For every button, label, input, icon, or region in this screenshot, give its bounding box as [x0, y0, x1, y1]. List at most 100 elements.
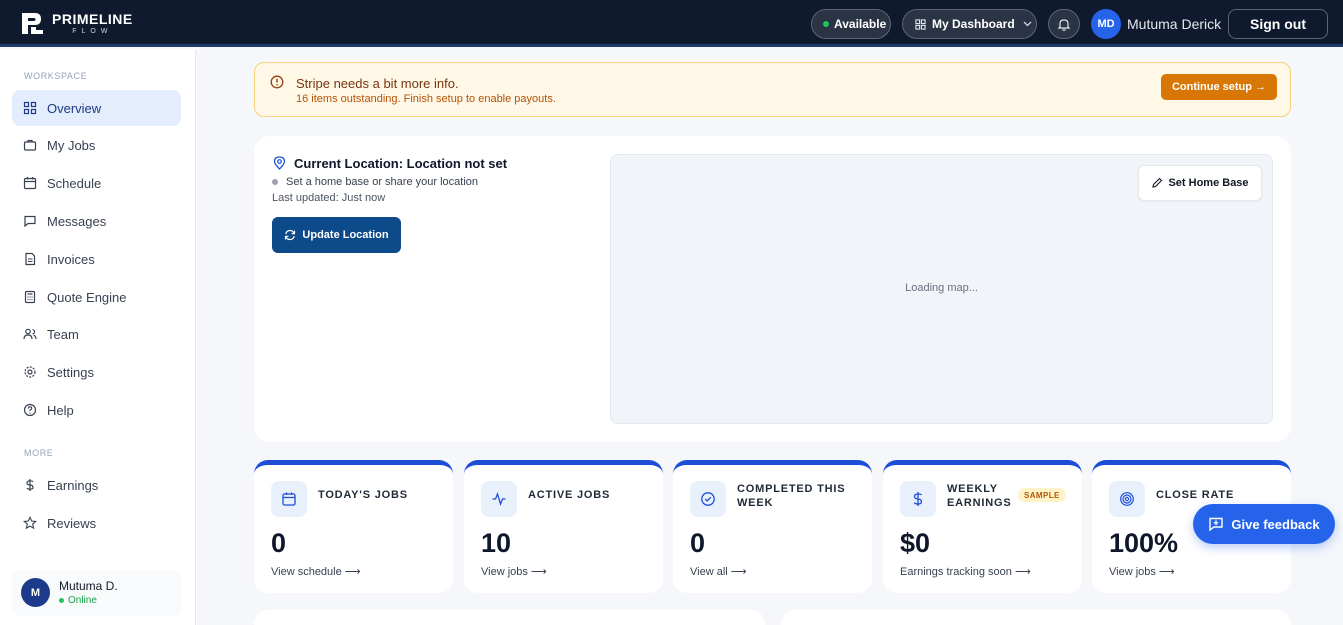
sidebar-item-quote-engine[interactable]: Quote Engine [12, 279, 181, 315]
sign-out-button[interactable]: Sign out [1228, 9, 1328, 39]
stat-label: TODAY'S JOBS [318, 489, 408, 501]
current-location-title: Current Location: Location not set [294, 156, 508, 171]
map-pin-icon [273, 156, 286, 170]
calendar-icon [271, 481, 307, 517]
availability-label: Available [834, 17, 887, 31]
stat-link[interactable]: View schedule ⟶ [271, 565, 361, 578]
sidebar-item-my-jobs[interactable]: My Jobs [12, 127, 181, 163]
help-icon [23, 403, 37, 417]
stat-card-active-jobs[interactable]: ACTIVE JOBS 10 View jobs ⟶ [464, 460, 663, 593]
sidebar-item-invoices[interactable]: Invoices [12, 241, 181, 277]
target-icon [1109, 481, 1145, 517]
stat-link[interactable]: View jobs ⟶ [1109, 565, 1175, 578]
refresh-icon [285, 229, 296, 241]
sidebar-item-reviews[interactable]: Reviews [12, 505, 181, 541]
brand-name: PRIMELINE [52, 11, 133, 27]
brand-subname: FLOW [72, 28, 113, 35]
chevron-down-icon [1023, 19, 1032, 29]
give-feedback-label: Give feedback [1231, 516, 1320, 532]
sidebar-item-help[interactable]: Help [12, 392, 181, 428]
stat-label: ACTIVE JOBS [528, 489, 611, 501]
alert-title: Stripe needs a bit more info. [296, 76, 459, 91]
sidebar-item-team[interactable]: Team [12, 316, 181, 352]
sidebar-item-label: Earnings [47, 477, 99, 493]
set-home-base-label: Set Home Base [1168, 177, 1249, 189]
more-section-label: MORE [24, 448, 54, 458]
briefcase-icon [23, 139, 37, 151]
sidebar-item-messages[interactable]: Messages [12, 203, 181, 239]
stat-card-completed[interactable]: COMPLETED THIS WEEK 0 View all ⟶ [673, 460, 872, 593]
stat-card-weekly-earnings[interactable]: WEEKLY EARNINGS SAMPLE $0 Earnings track… [883, 460, 1082, 593]
location-status-dot [272, 179, 278, 185]
sidebar-item-settings[interactable]: Settings [12, 354, 181, 390]
stat-value: 0 [271, 528, 287, 558]
location-hint: Set a home base or share your location [272, 176, 478, 188]
stat-link[interactable]: View all ⟶ [690, 565, 747, 578]
user-name[interactable]: Mutuma Derick [1127, 16, 1221, 32]
sidebar-item-label: Overview [47, 100, 102, 116]
stat-card-todays-jobs[interactable]: TODAY'S JOBS 0 View schedule ⟶ [254, 460, 453, 593]
update-location-label: Update Location [302, 229, 389, 241]
check-circle-icon [690, 481, 726, 517]
stat-value: 10 [481, 528, 512, 558]
sidebar-user-name: Mutuma D. [59, 579, 118, 593]
location-map[interactable]: Set Home Base Loading map... [610, 154, 1273, 424]
logo-mark-icon [19, 10, 46, 37]
feedback-icon [1209, 517, 1224, 532]
sidebar-item-label: Messages [47, 213, 107, 229]
sidebar-item-label: Reviews [47, 515, 97, 531]
bell-icon [1057, 19, 1071, 31]
map-loading-text: Loading map... [905, 282, 978, 294]
stat-label: WEEKLY EARNINGS [947, 483, 1012, 509]
workspace-section-label: WORKSPACE [24, 71, 88, 81]
availability-toggle[interactable]: Available [811, 9, 891, 39]
stat-value: 100% [1109, 528, 1179, 558]
stat-value: $0 [900, 528, 931, 558]
set-home-base-button[interactable]: Set Home Base [1138, 165, 1262, 201]
sidebar-item-label: Quote Engine [47, 289, 127, 305]
gear-icon [24, 366, 36, 378]
update-location-button[interactable]: Update Location [272, 217, 401, 253]
alert-circle-icon [270, 75, 284, 89]
stat-link[interactable]: View jobs ⟶ [481, 565, 547, 578]
user-avatar[interactable]: MD [1091, 9, 1121, 39]
alert-subtitle: 16 items outstanding. Finish setup to en… [296, 93, 556, 105]
grid-icon [915, 18, 926, 30]
users-icon [23, 328, 37, 340]
location-hint-label: Set a home base or share your location [286, 176, 479, 188]
dollar-icon [900, 481, 936, 517]
document-icon [25, 252, 36, 266]
sample-badge: SAMPLE [1018, 488, 1066, 502]
sidebar-item-label: My Jobs [47, 137, 96, 153]
status-dot [823, 21, 829, 27]
sidebar-item-label: Invoices [47, 251, 95, 267]
last-updated: Last updated: Just now [272, 192, 386, 204]
calendar-icon [23, 177, 37, 190]
sidebar-item-schedule[interactable]: Schedule [12, 165, 181, 201]
sidebar-item-label: Schedule [47, 175, 102, 191]
online-status-label: Online [68, 595, 97, 606]
dashboard-dropdown[interactable]: My Dashboard [902, 9, 1037, 39]
online-status: Online [59, 595, 97, 606]
stat-link[interactable]: Earnings tracking soon ⟶ [900, 565, 1031, 578]
sidebar: WORKSPACE Overview My Jobs Schedule Mess… [0, 50, 196, 625]
pencil-icon [1152, 177, 1163, 188]
message-icon [24, 215, 36, 228]
continue-setup-button[interactable]: Continue setup → [1161, 74, 1277, 100]
stat-label: CLOSE RATE [1156, 489, 1235, 501]
dollar-icon [26, 479, 34, 491]
stat-value: 0 [690, 528, 706, 558]
sidebar-user-card[interactable]: M Mutuma D. Online [12, 570, 181, 616]
top-bar: PRIMELINE FLOW Available My Dashboard MD… [0, 0, 1343, 47]
status-dot [59, 598, 64, 603]
brand-logo[interactable]: PRIMELINE FLOW [19, 10, 133, 37]
grid-icon [23, 101, 37, 115]
give-feedback-button[interactable]: Give feedback [1193, 504, 1335, 544]
sidebar-item-overview[interactable]: Overview [12, 90, 181, 126]
stat-label: COMPLETED THIS WEEK [737, 483, 846, 509]
bottom-card-left [254, 610, 765, 625]
avatar: M [21, 578, 50, 607]
notifications-button[interactable] [1048, 9, 1080, 39]
sidebar-item-earnings[interactable]: Earnings [12, 467, 181, 503]
star-icon [23, 516, 37, 530]
